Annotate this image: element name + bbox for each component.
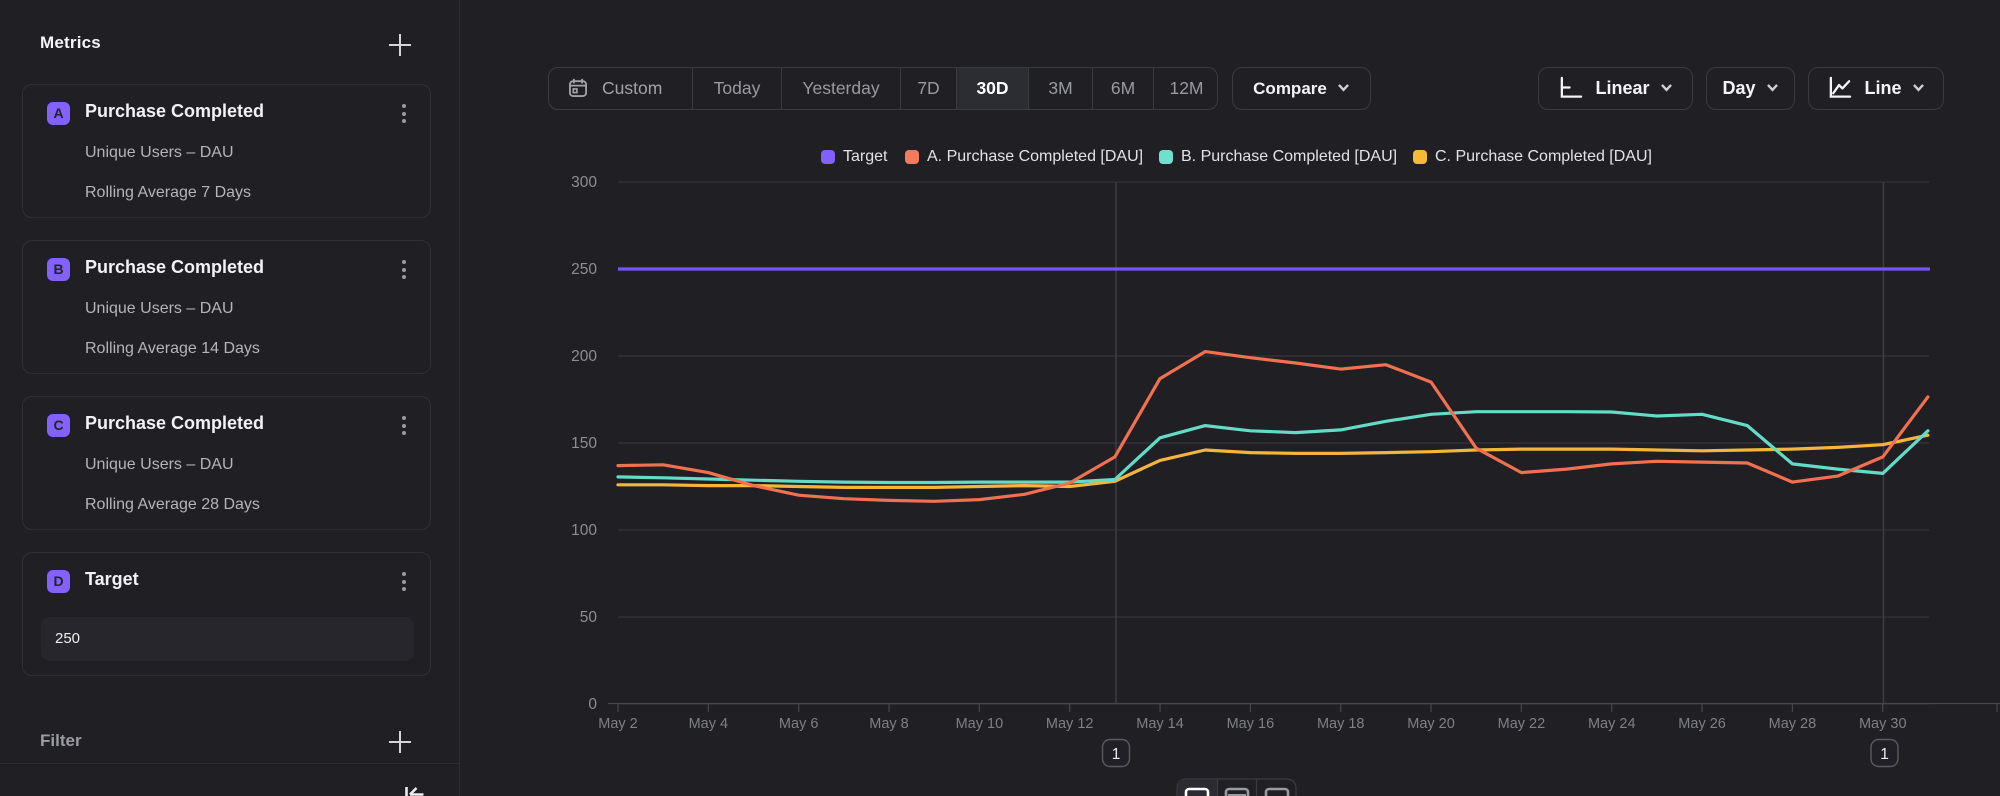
svg-text:1: 1 [1880, 746, 1889, 763]
svg-text:50: 50 [580, 609, 598, 626]
svg-text:May 22: May 22 [1498, 716, 1546, 732]
svg-text:300: 300 [571, 174, 597, 191]
svg-text:250: 250 [571, 261, 597, 278]
svg-text:May 4: May 4 [689, 716, 729, 732]
svg-text:May 2: May 2 [598, 716, 638, 732]
svg-text:May 28: May 28 [1769, 716, 1817, 732]
svg-text:150: 150 [571, 435, 597, 452]
svg-text:1: 1 [1112, 746, 1121, 763]
svg-text:100: 100 [571, 522, 597, 539]
svg-text:May 14: May 14 [1136, 716, 1184, 732]
svg-text:May 30: May 30 [1859, 716, 1907, 732]
svg-text:May 26: May 26 [1678, 716, 1726, 732]
svg-text:May 6: May 6 [779, 716, 819, 732]
svg-text:200: 200 [571, 348, 597, 365]
svg-text:May 10: May 10 [956, 716, 1004, 732]
svg-text:0: 0 [588, 696, 597, 713]
svg-text:May 18: May 18 [1317, 716, 1365, 732]
svg-text:May 8: May 8 [869, 716, 909, 732]
svg-text:May 20: May 20 [1407, 716, 1455, 732]
svg-text:May 12: May 12 [1046, 716, 1094, 732]
svg-text:May 16: May 16 [1227, 716, 1275, 732]
svg-text:May 24: May 24 [1588, 716, 1636, 732]
